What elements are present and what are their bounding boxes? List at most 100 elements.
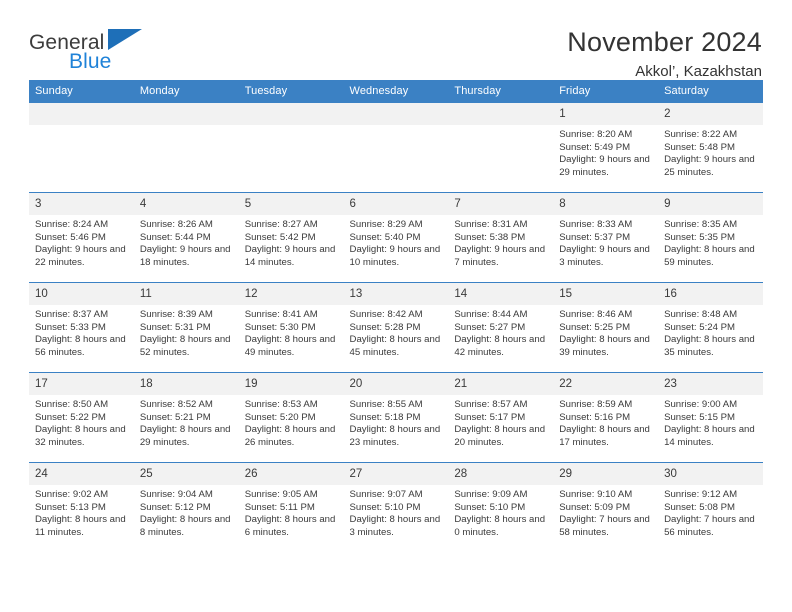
calendar-cell[interactable]: 30 Sunrise: 9:12 AM Sunset: 5:08 PM Dayligh… [658, 462, 763, 552]
day-number: 8 [553, 193, 659, 215]
day-details: Sunrise: 9:04 AM Sunset: 5:12 PM Daylight:… [134, 485, 239, 539]
day-cell: 28 Sunrise: 9:09 AM Sunset: 5:10 PM Dayligh… [448, 463, 554, 552]
daylight-text: Daylight: 8 hours and 0 minutes. [454, 514, 546, 538]
day-details: Sunrise: 8:41 AM Sunset: 5:30 PM Daylight:… [239, 305, 344, 359]
day-number: 9 [658, 193, 763, 215]
calendar-cell[interactable]: 12 Sunrise: 8:41 AM Sunset: 5:30 PM Dayligh… [238, 282, 344, 373]
calendar-cell[interactable]: 15 Sunrise: 8:46 AM Sunset: 5:25 PM Dayligh… [553, 282, 659, 373]
day-cell [238, 103, 344, 192]
day-cell: 6 Sunrise: 8:29 AM Sunset: 5:40 PM Daylight… [343, 193, 449, 282]
day-number: 10 [29, 283, 134, 305]
day-number [29, 103, 134, 125]
day-number: 22 [553, 373, 659, 395]
day-number: 19 [238, 373, 344, 395]
brand-logo[interactable]: General Blue [29, 26, 209, 73]
calendar-cell[interactable]: 16 Sunrise: 8:48 AM Sunset: 5:24 PM Dayligh… [658, 282, 763, 373]
calendar-cell[interactable]: 9 Sunrise: 8:35 AM Sunset: 5:35 PM Daylight… [658, 192, 763, 283]
daylight-text: Daylight: 8 hours and 39 minutes. [559, 334, 650, 358]
calendar-cell[interactable]: 27 Sunrise: 9:07 AM Sunset: 5:10 PM Dayligh… [343, 462, 449, 552]
calendar-week-row: 3 Sunrise: 8:24 AM Sunset: 5:46 PM Daylight… [29, 192, 763, 283]
day-details: Sunrise: 9:07 AM Sunset: 5:10 PM Daylight:… [344, 485, 449, 539]
calendar-cell[interactable]: 17 Sunrise: 8:50 AM Sunset: 5:22 PM Dayligh… [29, 372, 134, 463]
sunset-text: Sunset: 5:40 PM [349, 231, 421, 243]
calendar-cell[interactable]: 29 Sunrise: 9:10 AM Sunset: 5:09 PM Dayligh… [553, 462, 659, 552]
daylight-text: Daylight: 8 hours and 8 minutes. [139, 514, 231, 538]
calendar-cell-empty [133, 103, 239, 193]
day-details: Sunrise: 8:44 AM Sunset: 5:27 PM Daylight:… [448, 305, 553, 359]
day-details: Sunrise: 8:42 AM Sunset: 5:28 PM Daylight:… [344, 305, 449, 359]
sunrise-text: Sunrise: 9:02 AM [35, 489, 109, 500]
calendar-cell[interactable]: 28 Sunrise: 9:09 AM Sunset: 5:10 PM Dayligh… [448, 462, 554, 552]
sunrise-text: Sunrise: 9:09 AM [454, 489, 528, 500]
daylight-text: Daylight: 8 hours and 3 minutes. [349, 514, 441, 538]
calendar-cell[interactable]: 20 Sunrise: 8:55 AM Sunset: 5:18 PM Dayligh… [343, 372, 449, 463]
day-cell: 26 Sunrise: 9:05 AM Sunset: 5:11 PM Dayligh… [238, 463, 344, 552]
sunrise-text: Sunrise: 8:22 AM [664, 129, 738, 140]
day-details: Sunrise: 8:37 AM Sunset: 5:33 PM Daylight:… [29, 305, 134, 359]
sunrise-text: Sunrise: 8:48 AM [664, 309, 738, 320]
day-cell: 20 Sunrise: 8:55 AM Sunset: 5:18 PM Dayligh… [343, 373, 449, 462]
daylight-text: Daylight: 7 hours and 58 minutes. [559, 514, 650, 538]
day-cell: 10 Sunrise: 8:37 AM Sunset: 5:33 PM Dayligh… [29, 283, 134, 372]
calendar-cell-empty [238, 103, 344, 193]
sunset-text: Sunset: 5:21 PM [139, 411, 211, 423]
day-cell: 1 Sunrise: 8:20 AM Sunset: 5:49 PM Daylight… [553, 103, 659, 192]
calendar-cell[interactable]: 24 Sunrise: 9:02 AM Sunset: 5:13 PM Dayligh… [29, 462, 134, 552]
day-cell [29, 103, 134, 192]
sunset-text: Sunset: 5:13 PM [35, 501, 106, 513]
calendar-cell[interactable]: 7 Sunrise: 8:31 AM Sunset: 5:38 PM Daylight… [448, 192, 554, 283]
calendar-cell[interactable]: 18 Sunrise: 8:52 AM Sunset: 5:21 PM Dayligh… [133, 372, 239, 463]
day-details: Sunrise: 9:05 AM Sunset: 5:11 PM Daylight:… [239, 485, 344, 539]
day-cell: 4 Sunrise: 8:26 AM Sunset: 5:44 PM Daylight… [133, 193, 239, 282]
calendar-cell[interactable]: 11 Sunrise: 8:39 AM Sunset: 5:31 PM Dayligh… [133, 282, 239, 373]
sunset-text: Sunset: 5:38 PM [454, 231, 526, 243]
calendar-cell-empty [343, 103, 449, 193]
day-details: Sunrise: 8:46 AM Sunset: 5:25 PM Daylight:… [553, 305, 658, 359]
daylight-text: Daylight: 9 hours and 18 minutes. [139, 244, 231, 268]
calendar-cell[interactable]: 6 Sunrise: 8:29 AM Sunset: 5:40 PM Daylight… [343, 192, 449, 283]
daylight-text: Daylight: 9 hours and 25 minutes. [664, 154, 755, 178]
day-number: 14 [448, 283, 554, 305]
calendar-cell[interactable]: 23 Sunrise: 9:00 AM Sunset: 5:15 PM Dayligh… [658, 372, 763, 463]
location-subtitle: Akkol’, Kazakhstan [635, 63, 762, 80]
calendar-cell[interactable]: 1 Sunrise: 8:20 AM Sunset: 5:49 PM Daylight… [553, 103, 659, 193]
calendar-cell[interactable]: 19 Sunrise: 8:53 AM Sunset: 5:20 PM Dayligh… [238, 372, 344, 463]
calendar-cell[interactable]: 2 Sunrise: 8:22 AM Sunset: 5:48 PM Daylight… [658, 103, 763, 193]
calendar-cell[interactable]: 13 Sunrise: 8:42 AM Sunset: 5:28 PM Dayligh… [343, 282, 449, 373]
calendar-cell[interactable]: 3 Sunrise: 8:24 AM Sunset: 5:46 PM Daylight… [29, 192, 134, 283]
day-number: 16 [658, 283, 763, 305]
day-cell: 25 Sunrise: 9:04 AM Sunset: 5:12 PM Dayligh… [133, 463, 239, 552]
page-title: November 2024 [567, 27, 762, 57]
brand-name-general: General [29, 31, 105, 54]
day-details: Sunrise: 8:31 AM Sunset: 5:38 PM Daylight:… [448, 215, 553, 269]
sunset-text: Sunset: 5:44 PM [139, 231, 211, 243]
day-cell: 15 Sunrise: 8:46 AM Sunset: 5:25 PM Dayligh… [553, 283, 659, 372]
daylight-text: Daylight: 8 hours and 32 minutes. [35, 424, 126, 448]
calendar-cell[interactable]: 21 Sunrise: 8:57 AM Sunset: 5:17 PM Dayligh… [448, 372, 554, 463]
daylight-text: Daylight: 8 hours and 49 minutes. [244, 334, 336, 358]
daylight-text: Daylight: 9 hours and 29 minutes. [559, 154, 650, 178]
calendar-cell[interactable]: 4 Sunrise: 8:26 AM Sunset: 5:44 PM Daylight… [133, 192, 239, 283]
day-cell: 23 Sunrise: 9:00 AM Sunset: 5:15 PM Dayligh… [658, 373, 763, 462]
calendar-cell[interactable]: 14 Sunrise: 8:44 AM Sunset: 5:27 PM Dayligh… [448, 282, 554, 373]
sunrise-text: Sunrise: 8:42 AM [349, 309, 423, 320]
calendar-cell[interactable]: 8 Sunrise: 8:33 AM Sunset: 5:37 PM Daylight… [553, 192, 659, 283]
day-details: Sunrise: 8:55 AM Sunset: 5:18 PM Daylight:… [344, 395, 449, 449]
day-number: 1 [553, 103, 659, 125]
day-cell: 27 Sunrise: 9:07 AM Sunset: 5:10 PM Dayligh… [343, 463, 449, 552]
day-details: Sunrise: 8:24 AM Sunset: 5:46 PM Daylight:… [29, 215, 134, 269]
day-details: Sunrise: 8:26 AM Sunset: 5:44 PM Daylight:… [134, 215, 239, 269]
sunset-text: Sunset: 5:48 PM [664, 141, 735, 153]
day-cell: 30 Sunrise: 9:12 AM Sunset: 5:08 PM Dayligh… [658, 463, 763, 552]
calendar-cell[interactable]: 10 Sunrise: 8:37 AM Sunset: 5:33 PM Dayligh… [29, 282, 134, 373]
weekday-header-sunday: Sunday [29, 80, 134, 103]
calendar-cell[interactable]: 5 Sunrise: 8:27 AM Sunset: 5:42 PM Daylight… [238, 192, 344, 283]
sunset-text: Sunset: 5:35 PM [664, 231, 735, 243]
calendar-cell[interactable]: 22 Sunrise: 8:59 AM Sunset: 5:16 PM Dayligh… [553, 372, 659, 463]
sunrise-text: Sunrise: 8:33 AM [559, 219, 633, 230]
day-number: 25 [133, 463, 239, 485]
day-cell: 3 Sunrise: 8:24 AM Sunset: 5:46 PM Daylight… [29, 193, 134, 282]
calendar-cell[interactable]: 26 Sunrise: 9:05 AM Sunset: 5:11 PM Dayligh… [238, 462, 344, 552]
calendar-cell[interactable]: 25 Sunrise: 9:04 AM Sunset: 5:12 PM Dayligh… [133, 462, 239, 552]
daylight-text: Daylight: 9 hours and 14 minutes. [244, 244, 336, 268]
